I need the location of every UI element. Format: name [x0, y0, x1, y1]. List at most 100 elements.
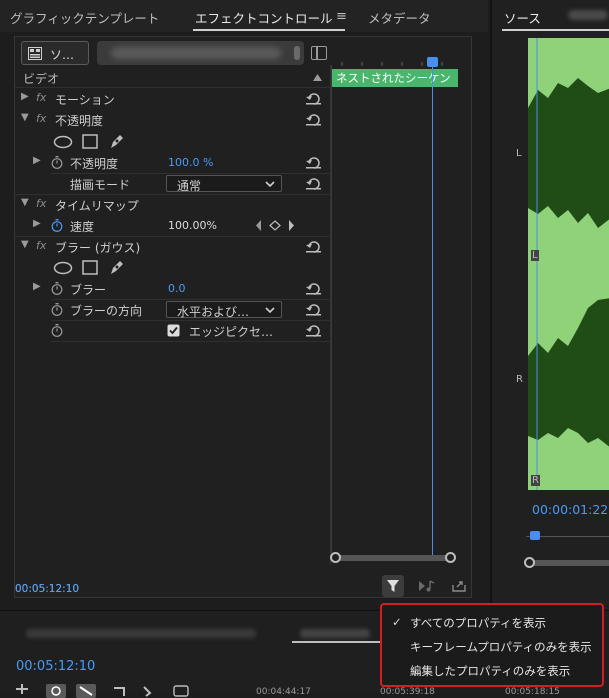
speed-value[interactable]: 100.00% — [168, 219, 217, 232]
footer-timecode[interactable]: 00:05:12:10 — [15, 583, 79, 595]
export-icon[interactable] — [451, 579, 467, 593]
expand-triangle-icon[interactable]: ▶ — [21, 91, 29, 102]
playhead-handle[interactable] — [427, 57, 438, 67]
ruler-time-label: 00:05:39:18 — [380, 687, 435, 697]
mask-tools-row — [15, 257, 330, 278]
effect-controls-panel: ソ… ビデオ ▶ fx モーション ▼ fx 不透明度 ▶ 不透明度 100.0… — [14, 36, 472, 598]
nested-sequence-clip[interactable]: ネストされたシーケン — [332, 69, 458, 87]
reset-icon[interactable] — [306, 302, 322, 316]
filter-properties-menu: ✓ すべてのプロパティを表示 キーフレームプロパティのみを表示 編集したプロパテ… — [380, 603, 604, 687]
pen-mask-icon[interactable] — [109, 259, 125, 276]
chevron-down-icon — [265, 181, 275, 187]
rectangle-mask-icon[interactable] — [82, 134, 98, 149]
chevron-down-icon — [265, 307, 275, 313]
collapse-up-icon[interactable] — [313, 74, 322, 81]
ellipse-mask-icon[interactable] — [53, 261, 73, 275]
ruler-time-label: 00:05:18:15 — [505, 687, 560, 697]
tab-source[interactable]: ソース — [504, 8, 541, 27]
ellipse-mask-icon[interactable] — [53, 135, 73, 149]
filter-properties-button[interactable] — [382, 575, 404, 597]
playhead[interactable] — [432, 59, 433, 559]
effect-timeline[interactable]: ネストされたシーケン — [330, 57, 458, 563]
menu-item-show-all-properties[interactable]: ✓ すべてのプロパティを表示 — [382, 611, 602, 633]
menu-item-show-edited-only[interactable]: 編集したプロパティのみを表示 — [382, 659, 602, 681]
expand-triangle-icon[interactable]: ▶ — [33, 281, 41, 292]
stopwatch-icon[interactable] — [51, 219, 63, 232]
active-tab-underline — [502, 29, 609, 31]
right-channel-label: R — [531, 475, 540, 486]
panel-tab-bar: グラフィックテンプレート エフェクトコントロール ≡ メタデータ — [0, 0, 488, 32]
scroll-handle-left[interactable] — [330, 552, 341, 563]
effect-row-motion[interactable]: ▶ fx モーション — [15, 88, 330, 109]
reset-icon[interactable] — [306, 176, 322, 190]
stopwatch-icon[interactable] — [51, 156, 63, 169]
scroll-handle-right[interactable] — [445, 552, 456, 563]
divider — [51, 341, 330, 342]
expand-triangle-icon[interactable]: ▶ — [33, 155, 41, 166]
stopwatch-icon[interactable] — [51, 324, 63, 337]
source-timecode[interactable]: 00:00:01:22 — [532, 502, 608, 517]
collapse-triangle-icon[interactable]: ▼ — [21, 197, 29, 208]
tab-effect-controls[interactable]: エフェクトコントロール — [195, 8, 333, 27]
reset-icon[interactable] — [306, 281, 322, 295]
loop-audio-icon[interactable] — [418, 579, 436, 593]
property-row-blend-mode[interactable]: 描画モード 通常 — [15, 173, 330, 194]
checkmark-icon: ✓ — [392, 615, 402, 629]
rectangle-mask-icon[interactable] — [82, 260, 98, 275]
expand-triangle-icon[interactable]: ▶ — [33, 218, 41, 229]
source-monitor-panel: ソース L R L R 00:00:01:22 — [490, 0, 609, 693]
property-row-speed[interactable]: ▶ 速度 100.00% — [15, 215, 330, 236]
section-video-header: ビデオ — [15, 67, 330, 88]
property-row-opacity[interactable]: ▶ 不透明度 100.0 % — [15, 152, 330, 173]
blur-dimensions-dropdown[interactable]: 水平および… — [166, 301, 282, 319]
stopwatch-icon[interactable] — [51, 282, 63, 295]
reset-icon[interactable] — [306, 112, 322, 126]
keyframe-navigator[interactable] — [255, 219, 297, 232]
menu-item-show-keyframed-only[interactable]: キーフレームプロパティのみを表示 — [382, 635, 602, 657]
show-timeline-toggle-icon[interactable] — [311, 46, 327, 60]
tab-graphic-templates[interactable]: グラフィックテンプレート — [10, 8, 159, 27]
pen-mask-icon[interactable] — [109, 133, 125, 150]
blend-mode-dropdown[interactable]: 通常 — [166, 175, 282, 193]
fx-icon[interactable]: fx — [36, 197, 46, 210]
opacity-value[interactable]: 100.0 % — [168, 156, 213, 169]
audio-waveform[interactable]: L R — [528, 38, 609, 490]
reset-icon[interactable] — [306, 91, 322, 105]
zoom-scrollbar[interactable] — [330, 552, 456, 563]
sequence-tab-blurred-2 — [300, 629, 370, 638]
source-playhead[interactable] — [530, 531, 540, 540]
effect-row-opacity[interactable]: ▼ fx 不透明度 — [15, 109, 330, 130]
reset-icon[interactable] — [306, 155, 322, 169]
effect-row-gaussian-blur[interactable]: ▼ fx ブラー (ガウス) — [15, 236, 330, 257]
panel-menu-icon[interactable]: ≡ — [336, 9, 347, 24]
mask-tools-row — [15, 131, 330, 152]
active-sequence-underline — [292, 641, 382, 643]
reset-icon[interactable] — [306, 239, 322, 253]
blurriness-value[interactable]: 0.0 — [168, 282, 186, 295]
reset-icon[interactable] — [306, 323, 322, 337]
property-row-blur-dimensions[interactable]: ブラーの方向 水平および… — [15, 299, 330, 320]
timeline-tools — [16, 684, 189, 698]
left-channel-label: L — [531, 250, 539, 261]
left-channel-axis: L — [516, 148, 522, 159]
source-zoom-scrollbar[interactable] — [524, 557, 609, 568]
source-selector-button[interactable]: ソ… — [21, 41, 89, 65]
checkbox-checked[interactable] — [167, 324, 180, 337]
collapse-triangle-icon[interactable]: ▼ — [21, 112, 29, 123]
filter-icon — [387, 580, 399, 592]
clip-selector-blurred[interactable] — [97, 41, 304, 65]
collapse-triangle-icon[interactable]: ▼ — [21, 239, 29, 250]
property-row-blurriness[interactable]: ▶ ブラー 0.0 — [15, 278, 330, 299]
effect-row-time-remap[interactable]: ▼ fx タイムリマップ — [15, 194, 330, 215]
fx-icon[interactable]: fx — [36, 239, 46, 252]
sequence-timecode[interactable]: 00:05:12:10 — [16, 659, 95, 674]
source-scroll-handle[interactable] — [524, 557, 535, 568]
fx-icon[interactable]: fx — [36, 112, 46, 125]
right-channel-axis: R — [516, 374, 523, 385]
fx-icon[interactable]: fx — [36, 91, 46, 104]
property-row-repeat-edge[interactable]: エッジピクセ… — [15, 320, 330, 341]
tab-metadata[interactable]: メタデータ — [368, 8, 431, 27]
time-ruler — [341, 62, 443, 66]
stopwatch-icon[interactable] — [51, 303, 63, 316]
sequence-tab-blurred — [26, 629, 256, 638]
